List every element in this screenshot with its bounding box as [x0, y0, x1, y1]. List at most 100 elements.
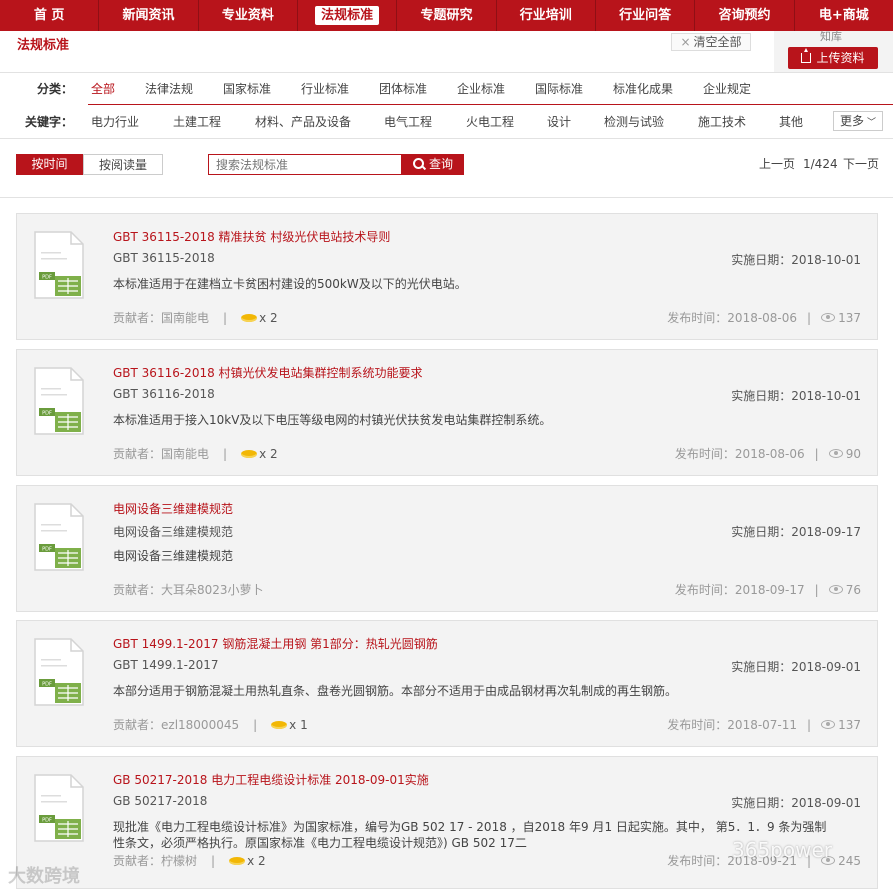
keyword-filter-row: 关键字： 电力行业 土建工程 材料、产品及设备 电气工程 火电工程 设计 检测与… — [0, 110, 893, 134]
gold-coin-icon — [241, 314, 258, 322]
coin-count: 1 — [300, 718, 308, 732]
category-industry[interactable]: 行业标准 — [301, 77, 349, 101]
impl-date-value: 2018-10-01 — [791, 253, 861, 267]
category-all[interactable]: 全部 — [91, 77, 115, 101]
record-code: GB 50217-2018 — [113, 794, 208, 808]
record-stats: 发布时间：2018-09-17 | 76 — [675, 581, 861, 598]
contributor-label: 贡献者： — [113, 311, 162, 325]
category-laws[interactable]: 法律法规 — [145, 77, 193, 101]
nav-item-standards[interactable]: 法规标准 — [298, 0, 398, 31]
nav-item-research[interactable]: 专题研究 — [397, 0, 497, 31]
contributor-name[interactable]: 国南能电 — [161, 311, 209, 325]
keyword-other[interactable]: 其他 — [779, 110, 803, 134]
impl-date-label: 实施日期： — [731, 796, 792, 810]
nav-item-news[interactable]: 新闻资讯 — [99, 0, 199, 31]
nav-label: 专题研究 — [420, 8, 473, 23]
record-card[interactable]: PDF GBT 1499.1-2017 钢筋混凝土用钢 第1部分：热轧光圆钢筋 … — [16, 620, 878, 747]
sort-by-reads-button[interactable]: 按阅读量 — [83, 154, 163, 175]
contributor-name[interactable]: 柠檬树 — [161, 854, 197, 868]
impl-date-value: 2018-10-01 — [791, 389, 861, 403]
record-title[interactable]: GBT 36115-2018 精准扶贫 村级光伏电站技术导则 — [113, 228, 390, 245]
category-rules[interactable]: 企业规定 — [703, 77, 751, 101]
record-code: 电网设备三维建模规范 — [113, 525, 234, 539]
gold-coin-icon — [271, 721, 288, 729]
record-card[interactable]: PDF GBT 36116-2018 村镇光伏发电站集群控制系统功能要求 GBT… — [16, 349, 878, 476]
contributor-label: 贡献者： — [113, 447, 162, 461]
gold-coin-icon — [229, 857, 246, 865]
coin-count: 2 — [258, 854, 266, 868]
separator: | — [814, 447, 819, 461]
category-national[interactable]: 国家标准 — [223, 77, 271, 101]
separator: | — [211, 854, 216, 868]
impl-date-label: 实施日期： — [731, 525, 792, 539]
view-count: 137 — [838, 311, 861, 325]
contributor-name[interactable]: 国南能电 — [161, 447, 209, 461]
search-button[interactable]: 查询 — [402, 154, 464, 175]
nav-item-training[interactable]: 行业培训 — [497, 0, 596, 31]
coin-prefix: x — [247, 854, 258, 868]
record-title[interactable]: GBT 36116-2018 村镇光伏发电站集群控制系统功能要求 — [113, 364, 423, 381]
keyword-design[interactable]: 设计 — [547, 110, 571, 134]
publish-date: 2018-08-06 — [727, 311, 798, 325]
keyword-testing[interactable]: 检测与试验 — [604, 110, 664, 134]
eye-icon — [821, 720, 836, 729]
record-title[interactable]: GB 50217-2018 电力工程电缆设计标准 2018-09-01实施 — [113, 771, 429, 788]
record-card[interactable]: PDF GBT 36115-2018 精准扶贫 村级光伏电站技术导则 GBT 3… — [16, 213, 878, 340]
nav-label: 行业问答 — [619, 8, 672, 23]
record-card[interactable]: PDF 电网设备三维建模规范 电网设备三维建模规范 实施日期：2018-09-1… — [16, 485, 878, 612]
impl-date-value: 2018-09-17 — [791, 525, 861, 539]
category-label: 分类： — [36, 82, 73, 96]
category-group[interactable]: 团体标准 — [379, 77, 427, 101]
clear-all-button[interactable]: × 清空全部 — [671, 33, 751, 51]
more-button[interactable]: 更多 ﹀ — [833, 111, 883, 131]
record-title[interactable]: GBT 1499.1-2017 钢筋混凝土用钢 第1部分：热轧光圆钢筋 — [113, 635, 438, 652]
prev-page-link[interactable]: 上一页 — [759, 154, 795, 175]
nav-label: 法规标准 — [315, 6, 380, 25]
category-international[interactable]: 国际标准 — [535, 77, 583, 101]
watermark-right: 365power — [732, 838, 832, 862]
nav-item-materials[interactable]: 专业资料 — [199, 0, 298, 31]
nav-item-mall[interactable]: 电+商城 — [795, 0, 893, 31]
impl-date-value: 2018-09-01 — [791, 660, 861, 674]
next-page-link[interactable]: 下一页 — [843, 154, 879, 175]
zhiku-label[interactable]: 知库 — [820, 28, 842, 44]
keyword-power[interactable]: 电力行业 — [91, 110, 139, 134]
record-title[interactable]: 电网设备三维建模规范 — [113, 500, 233, 517]
contributor-name[interactable]: ezl18000045 — [161, 718, 239, 732]
publish-label: 发布时间： — [674, 447, 735, 461]
view-count: 245 — [838, 854, 861, 868]
more-label: 更多 — [839, 114, 864, 128]
divider — [0, 72, 893, 73]
upload-button[interactable]: 上传资料 — [788, 47, 878, 69]
record-card[interactable]: PDF GB 50217-2018 电力工程电缆设计标准 2018-09-01实… — [16, 756, 878, 889]
nav-item-consult[interactable]: 咨询预约 — [695, 0, 795, 31]
category-enterprise[interactable]: 企业标准 — [457, 77, 505, 101]
keyword-thermal[interactable]: 火电工程 — [466, 110, 514, 134]
category-achievement[interactable]: 标准化成果 — [613, 77, 673, 101]
clear-all-label: 清空全部 — [693, 35, 742, 49]
record-code: GBT 36115-2018 — [113, 251, 215, 265]
sort-by-time-button[interactable]: 按时间 — [16, 154, 83, 175]
record-meta: 贡献者：ezl18000045 | x 1 — [113, 716, 308, 733]
divider — [0, 138, 893, 139]
keyword-label: 关键字： — [24, 115, 73, 129]
nav-item-qa[interactable]: 行业问答 — [596, 0, 696, 31]
nav-item-home[interactable]: 首 页 — [0, 0, 100, 31]
contributor-label: 贡献者： — [113, 854, 162, 868]
record-description: 本标准适用于接入10kV及以下电压等级电网的村镇光伏扶贫发电站集群控制系统。 — [113, 413, 552, 427]
impl-date: 实施日期：2018-10-01 — [731, 251, 861, 268]
close-icon: × — [680, 35, 691, 49]
pdf-document-icon: PDF — [34, 638, 84, 706]
keyword-electrical[interactable]: 电气工程 — [384, 110, 432, 134]
category-filter-row: 分类： 全部 法律法规 国家标准 行业标准 团体标准 企业标准 国际标准 标准化… — [0, 77, 893, 101]
nav-label: 新闻资讯 — [122, 8, 175, 23]
keyword-civil[interactable]: 土建工程 — [173, 110, 221, 134]
search-input[interactable] — [208, 154, 402, 175]
nav-label: 咨询预约 — [718, 8, 771, 23]
gold-coin-icon — [241, 450, 258, 458]
keyword-construction[interactable]: 施工技术 — [698, 110, 746, 134]
contributor-name[interactable]: 大耳朵8023小萝卜 — [161, 583, 264, 597]
record-meta: 贡献者：大耳朵8023小萝卜 — [113, 581, 264, 598]
keyword-materials[interactable]: 材料、产品及设备 — [255, 110, 351, 134]
divider — [0, 197, 893, 198]
